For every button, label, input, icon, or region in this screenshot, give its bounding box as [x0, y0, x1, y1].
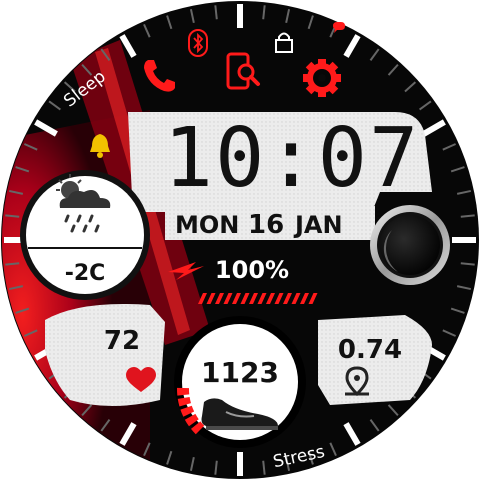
temperature-value: -2C: [65, 261, 106, 286]
watch-face: Sleep Stress 10:07 MON 16 JAN -2C 100% 7…: [1, 1, 479, 479]
battery-percent: 100%: [215, 256, 289, 284]
date-month: JAN: [293, 211, 343, 239]
settings-icon[interactable]: [303, 59, 341, 97]
heart-rate-complication[interactable]: 72: [45, 304, 165, 406]
date-day: 16: [248, 210, 284, 240]
time-display: 10:07: [164, 111, 421, 206]
moon-phase-icon: [370, 205, 450, 285]
steps-complication[interactable]: 1123: [174, 316, 306, 448]
heart-rate-value: 72: [104, 326, 140, 356]
steps-value: 1123: [201, 356, 279, 389]
date-weekday: MON: [175, 211, 239, 239]
distance-complication[interactable]: 0.74: [318, 315, 432, 405]
weather-complication[interactable]: -2C: [20, 170, 150, 300]
distance-value: 0.74: [338, 335, 402, 365]
